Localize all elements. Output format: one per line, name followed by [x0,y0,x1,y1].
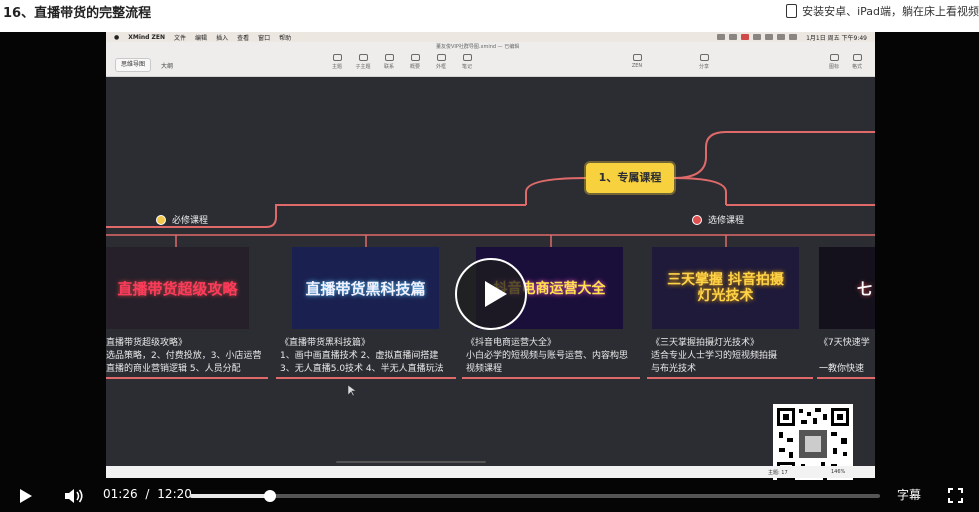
main-topic-node: 1、专属课程 [586,163,674,193]
course-thumbnail-4: 三天掌握 抖音拍摄灯光技术 [652,247,799,329]
share-icon [699,54,709,61]
mindmap-tab: 思维导图 [115,58,152,72]
caption-underline-5 [817,377,875,379]
fullscreen-icon[interactable] [948,488,963,503]
caption-underline-2 [276,377,456,379]
topic-button: 主题 [323,54,351,70]
canvas-scrollbar [336,461,486,463]
progress-fill [190,494,271,498]
caption-underline-3 [462,377,640,379]
subtitle-button[interactable]: 字幕 [897,486,921,503]
install-apps-label: 安装安卓、iPad端，躺在床上看视频 [802,5,979,18]
xmind-statusbar: 主题: 17 146% [106,466,875,478]
apple-icon: ● [114,33,120,41]
document-name: 董友俊VIP社群导图.xmind — 已编辑 [436,44,520,50]
notes-button: 笔记 [453,54,481,70]
progress-bar[interactable] [190,490,880,502]
course-caption-4: 《三天掌握拍摄灯光技术》 适合专业人士学习的短视频拍摄 与布光技术 [651,338,778,374]
caption-underline-1 [106,377,268,379]
caption-underline-4 [647,377,813,379]
volume-icon[interactable] [64,488,84,504]
yellow-dot-icon [156,214,166,225]
icon-panel-icon [829,54,839,61]
play-icon [485,281,507,307]
video-play-button[interactable] [455,258,527,330]
menubar-item-help: 帮助 [279,34,292,42]
boundary-icon [436,54,446,61]
boundary-button: 外框 [427,54,455,70]
mac-menubar: ● XMind ZEN 文件 编辑 插入 查看 窗口 帮助 1月1日 周五 下午… [106,32,875,42]
menubar-item-view: 查看 [237,34,250,42]
video-controls: 01:26 / 12:20 字幕 [0,480,979,512]
notes-icon [462,54,472,61]
menubar-item-file: 文件 [174,34,187,42]
format-icon [852,54,862,61]
share-button: 分享 [690,54,718,70]
current-time: 01:26 [103,487,138,501]
subtopic-icon [358,54,368,61]
zen-button: ZEN [623,54,651,69]
page-title: 16、直播带货的完整流程 [3,6,152,21]
course-thumbnail-2: 直播带货黑科技篇 [292,247,439,329]
required-course-label: 必修课程 [172,216,209,226]
time-display: 01:26 / 12:20 [103,487,192,501]
zen-icon [632,54,642,61]
menubar-app-name: XMind ZEN [128,33,166,41]
topic-count: 主题: 17 [768,470,788,476]
summary-button: 概要 [401,54,429,70]
course-thumbnail-1: 直播带货超级攻略 [106,247,249,329]
summary-icon [410,54,420,61]
menubar-item-edit: 编辑 [195,34,208,42]
outline-tab: 大纲 [161,63,174,70]
elective-course-label: 选修课程 [708,216,745,226]
course-caption-1: 直播带货超级攻略》 选品策略，2、付费投放，3、小店运营 直播的商业营销逻辑 5… [106,338,262,374]
menubar-clock: 1月1日 周五 下午9:49 [806,34,867,42]
menubar-item-insert: 插入 [216,34,229,42]
duration: 12:20 [157,487,192,501]
mouse-cursor-icon [348,385,356,397]
course-thumbnail-5: 七 [819,247,875,329]
topic-icon [332,54,342,61]
course-caption-3: 《抖音电商运营大全》 小白必学的短视频与账号运营、内容构思 视频课程 [466,338,629,374]
required-course-branch: 必修课程 [156,213,208,226]
course-caption-2: 《直播带货黑科技篇》 1、画中画直播技术 2、虚拟直播间搭建 3、无人直播5.0… [280,338,444,374]
progress-handle[interactable] [264,490,277,502]
elective-course-branch: 选修课程 [692,213,744,226]
video-frame[interactable]: ● XMind ZEN 文件 编辑 插入 查看 窗口 帮助 1月1日 周五 下午… [0,32,979,480]
format-button: 格式 [843,54,871,70]
page-header: 16、直播带货的完整流程 安装安卓、iPad端，躺在床上看视频 [0,0,979,32]
subtopic-button: 子主题 [349,54,377,70]
tablet-icon [786,4,798,18]
menubar-status-icons [717,34,798,40]
zoom-level: 146% [831,469,846,475]
xmind-toolbar: 董友俊VIP社群导图.xmind — 已编辑 思维导图 大纲 主题 子主题 联系… [106,42,875,77]
install-apps-link[interactable]: 安装安卓、iPad端，躺在床上看视频 [786,3,979,19]
play-icon[interactable] [20,489,32,503]
relationship-button: 联系 [375,54,403,70]
relationship-icon [384,54,394,61]
recorded-screen: ● XMind ZEN 文件 编辑 插入 查看 窗口 帮助 1月1日 周五 下午… [106,32,875,478]
course-caption-5: 《7天快速学 一教你快速 [819,338,870,374]
menubar-item-window: 窗口 [258,34,271,42]
red-dot-icon [692,214,702,225]
